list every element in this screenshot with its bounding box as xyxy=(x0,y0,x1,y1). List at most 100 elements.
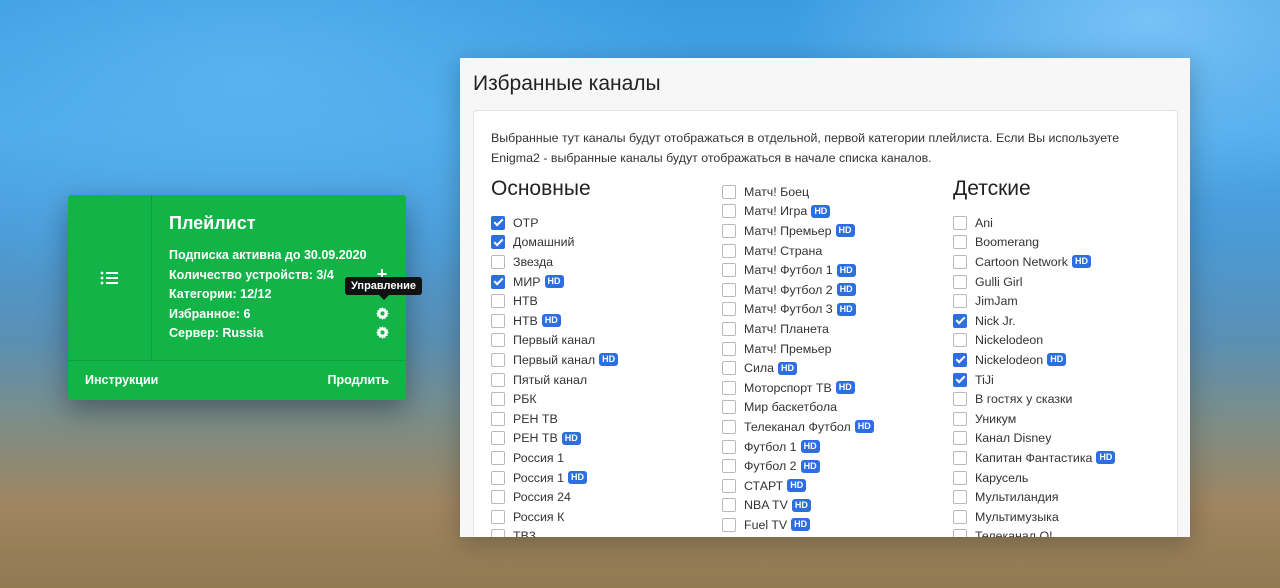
channel-checkbox[interactable] xyxy=(722,439,736,454)
channel-item[interactable]: РБК xyxy=(491,389,618,409)
channel-checkbox[interactable] xyxy=(491,392,505,407)
gear-icon[interactable] xyxy=(376,326,389,339)
channel-checkbox[interactable] xyxy=(722,498,736,513)
channel-item[interactable]: Футбол 2 HD xyxy=(722,456,874,476)
channel-item[interactable]: Nickelodeon xyxy=(953,331,1115,351)
channel-checkbox[interactable] xyxy=(491,274,505,289)
channel-item[interactable]: РЕН ТВ xyxy=(491,409,618,429)
channel-item[interactable]: Матч! Планета xyxy=(722,319,874,339)
gear-icon[interactable] xyxy=(376,307,389,320)
channel-checkbox[interactable] xyxy=(953,450,967,465)
channel-item[interactable]: Nick Jr. xyxy=(953,311,1115,331)
channel-checkbox[interactable] xyxy=(722,517,736,532)
channel-checkbox[interactable] xyxy=(722,243,736,258)
channel-checkbox[interactable] xyxy=(722,204,736,219)
channel-checkbox[interactable] xyxy=(953,392,967,407)
channel-item[interactable]: НТВ HD xyxy=(491,311,618,331)
channel-checkbox[interactable] xyxy=(722,223,736,238)
channel-checkbox[interactable] xyxy=(722,478,736,493)
channel-item[interactable]: Россия 24 xyxy=(491,487,618,507)
channel-checkbox[interactable] xyxy=(953,274,967,289)
channel-item[interactable]: Fuel TV HD xyxy=(722,515,874,535)
channel-item[interactable]: Мир баскетбола xyxy=(722,398,874,418)
channel-checkbox[interactable] xyxy=(953,411,967,426)
channel-item[interactable]: NBA TV HD xyxy=(722,496,874,516)
channel-checkbox[interactable] xyxy=(953,431,967,446)
channel-item[interactable]: Boomerang xyxy=(953,233,1115,253)
channel-checkbox[interactable] xyxy=(722,400,736,415)
channel-checkbox[interactable] xyxy=(722,184,736,199)
channel-item[interactable]: ОТР xyxy=(491,213,618,233)
channel-checkbox[interactable] xyxy=(722,282,736,297)
channel-checkbox[interactable] xyxy=(953,313,967,328)
channel-item[interactable]: Gulli Girl xyxy=(953,272,1115,292)
channel-item[interactable]: Россия 1 xyxy=(491,448,618,468)
channel-item[interactable]: Мультимузыка xyxy=(953,507,1115,527)
channel-checkbox[interactable] xyxy=(491,352,505,367)
channel-item[interactable]: Матч! Футбол 3 HD xyxy=(722,300,874,320)
channel-checkbox[interactable] xyxy=(491,254,505,269)
channel-item[interactable]: Канал Disney xyxy=(953,429,1115,449)
channel-item[interactable]: МИР HD xyxy=(491,272,618,292)
channel-item[interactable]: Матч! Футбол 1 HD xyxy=(722,260,874,280)
channel-item[interactable]: Nickelodeon HD xyxy=(953,350,1115,370)
channel-checkbox[interactable] xyxy=(953,235,967,250)
channel-item[interactable]: Первый канал xyxy=(491,331,618,351)
channel-item[interactable]: Россия К xyxy=(491,507,618,527)
channel-checkbox[interactable] xyxy=(953,470,967,485)
channel-item[interactable]: Матч! Страна xyxy=(722,241,874,261)
renew-link[interactable]: Продлить xyxy=(328,373,389,387)
channel-item[interactable]: Матч! Премьер HD xyxy=(722,221,874,241)
channel-item[interactable]: Сила HD xyxy=(722,358,874,378)
channel-item[interactable]: Футбол 1 HD xyxy=(722,437,874,457)
channel-checkbox[interactable] xyxy=(491,470,505,485)
channel-item[interactable]: НТВ xyxy=(491,291,618,311)
channel-checkbox[interactable] xyxy=(491,509,505,524)
channel-checkbox[interactable] xyxy=(953,352,967,367)
channel-item[interactable]: Уникум xyxy=(953,409,1115,429)
channel-item[interactable]: Телеканал Футбол HD xyxy=(722,417,874,437)
channel-item[interactable]: В гостях у сказки xyxy=(953,389,1115,409)
channel-checkbox[interactable] xyxy=(491,294,505,309)
channel-checkbox[interactable] xyxy=(491,372,505,387)
channel-checkbox[interactable] xyxy=(722,263,736,278)
channel-checkbox[interactable] xyxy=(953,509,967,524)
channel-item[interactable]: Матч! Футбол 2 HD xyxy=(722,280,874,300)
channel-item[interactable]: Мультиландия xyxy=(953,487,1115,507)
channel-item[interactable]: Матч! Премьер xyxy=(722,339,874,359)
channel-checkbox[interactable] xyxy=(953,333,967,348)
channel-checkbox[interactable] xyxy=(491,333,505,348)
channel-item[interactable]: TiJi xyxy=(953,370,1115,390)
channel-item[interactable]: Россия 1 HD xyxy=(491,468,618,488)
channel-item[interactable]: Пятый канал xyxy=(491,370,618,390)
channel-item[interactable]: Cartoon Network HD xyxy=(953,252,1115,272)
instructions-link[interactable]: Инструкции xyxy=(85,373,158,387)
channel-checkbox[interactable] xyxy=(491,215,505,230)
channel-checkbox[interactable] xyxy=(491,235,505,250)
channel-checkbox[interactable] xyxy=(722,341,736,356)
channel-item[interactable]: Капитан Фантастика HD xyxy=(953,448,1116,468)
channel-checkbox[interactable] xyxy=(722,380,736,395)
channel-item[interactable]: Телеканал О! xyxy=(953,527,1115,537)
channel-checkbox[interactable] xyxy=(491,529,505,537)
channel-item[interactable]: Домашний xyxy=(491,233,618,253)
channel-item[interactable]: JimJam xyxy=(953,291,1115,311)
channel-checkbox[interactable] xyxy=(491,411,505,426)
channel-item[interactable]: Звезда xyxy=(491,252,618,272)
channel-checkbox[interactable] xyxy=(953,490,967,505)
channel-checkbox[interactable] xyxy=(953,372,967,387)
channel-checkbox[interactable] xyxy=(491,313,505,328)
channel-item[interactable]: Моторспорт ТВ HD xyxy=(722,378,874,398)
channel-item[interactable]: СТАРТ HD xyxy=(722,476,874,496)
channel-checkbox[interactable] xyxy=(722,419,736,434)
channel-item[interactable]: РЕН ТВ HD xyxy=(491,429,618,449)
channel-checkbox[interactable] xyxy=(953,254,967,269)
channel-checkbox[interactable] xyxy=(953,529,967,537)
channel-checkbox[interactable] xyxy=(722,459,736,474)
channel-item[interactable]: Первый канал HD xyxy=(491,350,619,370)
channel-item[interactable]: Матч! Игра HD xyxy=(722,202,874,222)
channel-checkbox[interactable] xyxy=(953,215,967,230)
channel-item[interactable]: Ani xyxy=(953,213,1115,233)
channel-checkbox[interactable] xyxy=(491,450,505,465)
channel-checkbox[interactable] xyxy=(722,302,736,317)
